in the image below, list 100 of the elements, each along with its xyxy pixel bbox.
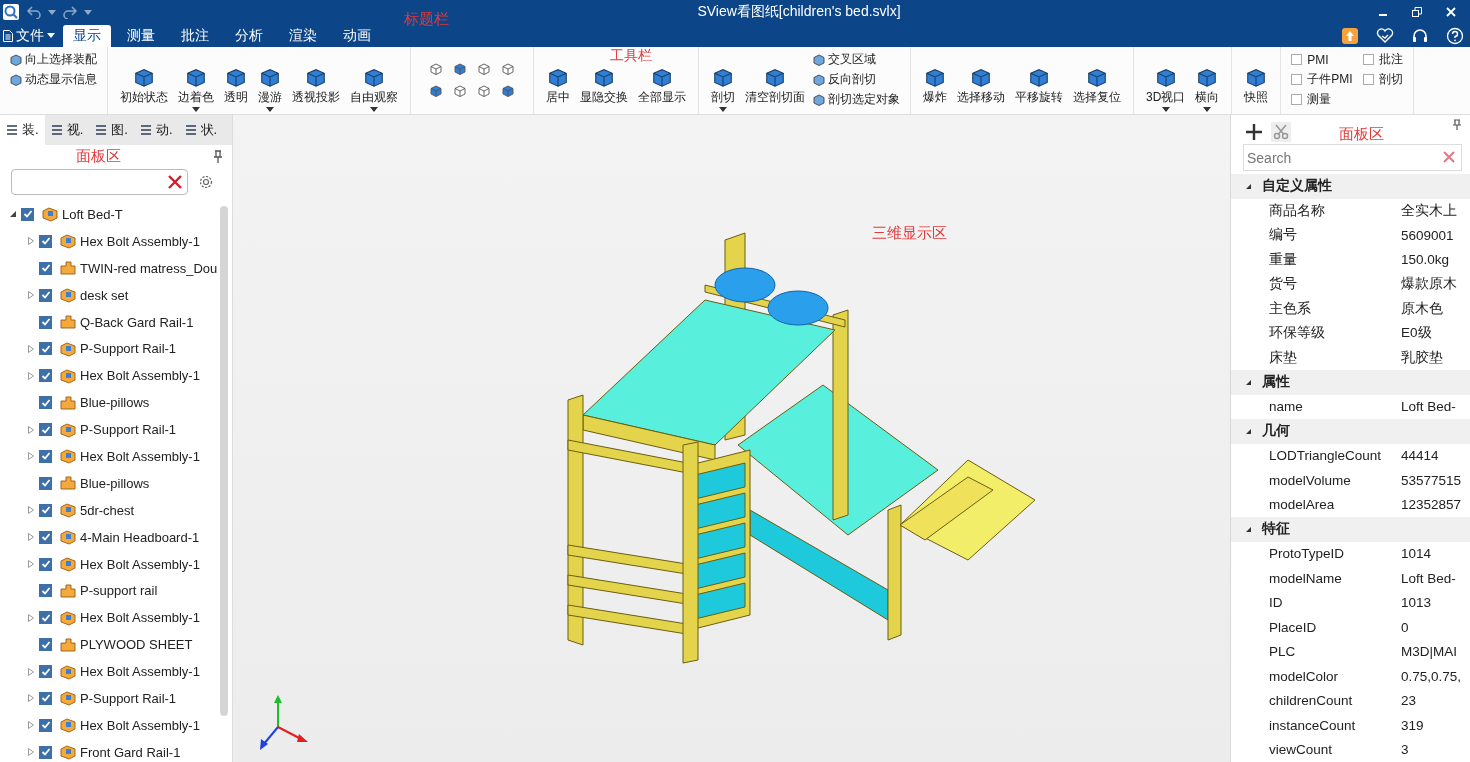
tree-checkbox[interactable]	[39, 665, 52, 679]
help-icon[interactable]	[1446, 26, 1464, 45]
toolbar-button[interactable]: 快照	[1242, 66, 1271, 112]
scissors-button[interactable]	[1271, 121, 1291, 142]
tree-item[interactable]: Hex Bolt Assembly-1	[80, 233, 200, 249]
tree-item[interactable]: Loft Bed-T	[62, 206, 123, 222]
toolbar-button[interactable]: 显隐交换	[578, 66, 630, 112]
toolbar-button[interactable]: 透明	[222, 66, 250, 112]
toolbar-button[interactable]: 向上选择装配	[10, 49, 97, 70]
toolbar-button[interactable]: 交叉区域	[813, 49, 900, 70]
toolbar-button[interactable]: 选择移动	[955, 66, 1007, 112]
clear-icon[interactable]	[1442, 150, 1456, 164]
toolbar-button[interactable]: 自由观察	[348, 66, 400, 112]
ribbon-tab[interactable]: 分析	[225, 25, 273, 47]
tree-item[interactable]: Hex Bolt Assembly-1	[80, 610, 200, 626]
ribbon-tab[interactable]: 动画	[333, 25, 381, 47]
toolbar-button[interactable]: 选择复位	[1071, 66, 1123, 112]
tree-checkbox[interactable]	[39, 396, 52, 410]
search-field[interactable]: Search	[1243, 144, 1462, 171]
expand-arrow-icon[interactable]	[9, 210, 17, 219]
undo-icon[interactable]	[26, 5, 42, 19]
toolbar-checkbox[interactable]: 批注	[1362, 49, 1403, 70]
panel-tab[interactable]: 视.	[44, 115, 90, 145]
clear-icon[interactable]	[167, 174, 183, 190]
pin-icon[interactable]	[212, 149, 224, 164]
tree-checkbox[interactable]	[39, 745, 52, 759]
tree-checkbox[interactable]	[39, 342, 52, 356]
tree-checkbox[interactable]	[39, 369, 52, 383]
tree-checkbox[interactable]	[39, 288, 52, 302]
tree-checkbox[interactable]	[39, 476, 52, 490]
toolbar-button[interactable]: 清空剖切面	[743, 66, 807, 112]
property-group-header[interactable]: 几何	[1231, 419, 1470, 444]
tree-checkbox[interactable]	[39, 718, 52, 732]
tree-item[interactable]: Blue-pillows	[80, 475, 150, 491]
search-field[interactable]	[11, 169, 188, 195]
property-group-header[interactable]: 自定义属性	[1231, 174, 1470, 199]
property-group-header[interactable]: 属性	[1231, 370, 1470, 395]
tree-item[interactable]: 5dr-chest	[80, 502, 135, 518]
toolbar-button[interactable]: 平移旋转	[1013, 66, 1065, 112]
tree-item[interactable]: Front Gard Rail-1	[80, 744, 181, 760]
tree-checkbox[interactable]	[39, 503, 52, 517]
app-logo-icon[interactable]	[2, 3, 20, 21]
tree-checkbox[interactable]	[39, 691, 52, 705]
pin-icon[interactable]	[1452, 119, 1462, 131]
tree-item[interactable]: P-support rail	[80, 583, 158, 599]
tree-checkbox[interactable]	[39, 315, 52, 329]
plus-icon[interactable]	[1245, 122, 1263, 141]
toolbar-button[interactable]: 边着色	[176, 66, 216, 112]
ribbon-tab[interactable]: 批注	[171, 25, 219, 47]
upgrade-icon[interactable]	[1341, 26, 1359, 45]
tree-checkbox[interactable]	[39, 638, 52, 652]
tree-item[interactable]: P-Support Rail-1	[80, 422, 177, 438]
toolbar-button[interactable]: 动态显示信息	[10, 69, 97, 90]
ribbon-tab[interactable]: 测量	[117, 25, 165, 47]
toolbar-button[interactable]: 爆炸	[921, 66, 949, 112]
toolbar-button[interactable]: 横向	[1193, 66, 1222, 112]
settings-icon[interactable]	[198, 174, 214, 190]
file-menu[interactable]: 文件	[0, 24, 63, 47]
tree-item[interactable]: PLYWOOD SHEET	[80, 637, 193, 653]
close-icon[interactable]	[1446, 7, 1456, 17]
tree-item[interactable]: Hex Bolt Assembly-1	[80, 664, 200, 680]
tree-checkbox[interactable]	[39, 557, 52, 571]
panel-tab[interactable]: 状.	[178, 115, 224, 145]
tree-checkbox[interactable]	[21, 207, 34, 221]
property-group-header[interactable]: 特征	[1231, 517, 1470, 542]
tree-checkbox[interactable]	[39, 234, 52, 248]
tree-item[interactable]: Hex Bolt Assembly-1	[80, 368, 200, 384]
toolbar-checkbox[interactable]: PMI	[1291, 49, 1353, 70]
tree-item[interactable]: Blue-pillows	[80, 395, 150, 411]
toolbar-button[interactable]: 居中	[544, 66, 572, 112]
tree-checkbox[interactable]	[39, 611, 52, 625]
tree-checkbox[interactable]	[39, 449, 52, 463]
panel-tab[interactable]: 图.	[89, 115, 134, 145]
toolbar-button[interactable]: 反向剖切	[813, 69, 900, 90]
panel-tab[interactable]: 动.	[133, 115, 179, 145]
toolbar-button[interactable]: 初始状态	[118, 66, 170, 112]
toolbar-checkbox[interactable]: 剖切	[1362, 69, 1403, 90]
toolbar-button[interactable]: 剖切	[709, 66, 737, 112]
toolbar-button[interactable]: 剖切选定对象	[813, 89, 900, 110]
headset-icon[interactable]	[1411, 26, 1429, 45]
redo-icon[interactable]	[62, 5, 78, 19]
tree-item[interactable]: Hex Bolt Assembly-1	[80, 448, 200, 464]
tree-item[interactable]: Hex Bolt Assembly-1	[80, 556, 200, 572]
scrollbar-thumb[interactable]	[220, 206, 228, 716]
tree-checkbox[interactable]	[39, 423, 52, 437]
tree-checkbox[interactable]	[39, 261, 52, 275]
tree-item[interactable]: Hex Bolt Assembly-1	[80, 717, 200, 733]
toolbar-button[interactable]: 漫游	[256, 66, 284, 112]
tree-checkbox[interactable]	[39, 584, 52, 598]
ribbon-tab[interactable]: 显示	[63, 25, 111, 47]
tree-item[interactable]: TWIN-red matress_Dou	[80, 260, 218, 276]
ribbon-tab[interactable]: 渲染	[279, 25, 327, 47]
tree-item[interactable]: P-Support Rail-1	[80, 341, 177, 357]
toolbar-button[interactable]: 3D视口	[1144, 66, 1188, 112]
panel-tab[interactable]: 装.	[0, 115, 45, 145]
restore-icon[interactable]	[1412, 7, 1422, 17]
tree-item[interactable]: 4-Main Headboard-1	[80, 529, 200, 545]
toolbar-checkbox[interactable]: 子件PMI	[1291, 69, 1353, 90]
tree-item[interactable]: desk set	[80, 287, 129, 303]
toolbar-button[interactable]: 全部显示	[636, 66, 688, 112]
